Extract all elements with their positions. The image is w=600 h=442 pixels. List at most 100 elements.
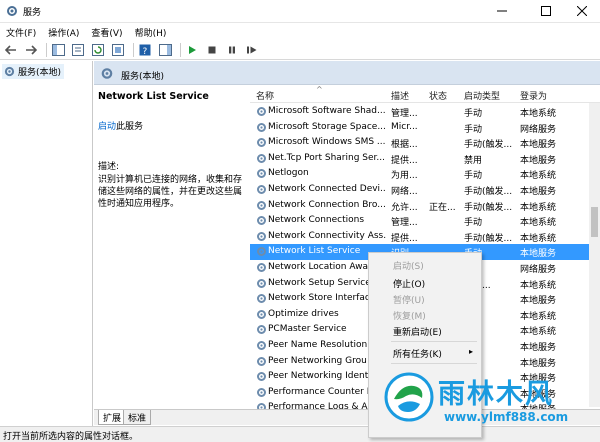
cell-startup-type: 手动(触发... (464, 233, 513, 244)
back-button[interactable] (3, 42, 19, 58)
gear-icon (257, 372, 266, 382)
close-icon (577, 6, 587, 16)
refresh-button[interactable] (90, 42, 106, 58)
services-app-icon (7, 6, 17, 16)
cell-name: Network Connected Devi... (268, 184, 386, 194)
cell-logon-as: 本地系统 (520, 327, 557, 338)
watermark-url: www.ylmf888.com (444, 410, 569, 424)
cell-description: Micr... (391, 121, 418, 132)
cell-logon-as: 本地系统 (520, 202, 557, 213)
help-button[interactable]: ? (137, 42, 153, 58)
list-header: ^ 名称 描述 状态 启动类型 登录为 (250, 85, 600, 103)
table-row[interactable]: Network Connection Bro... 允许... 正在... 手动(触发… (250, 198, 600, 214)
stop-service-button[interactable] (204, 42, 220, 58)
column-header-name[interactable]: 名称 (256, 89, 274, 102)
column-header-description[interactable]: 描述 (391, 89, 409, 102)
context-pause[interactable]: 暂停(U) (393, 293, 425, 306)
cell-status: 正在... (429, 202, 456, 213)
window-title: 服务 (23, 8, 42, 18)
table-row[interactable]: Microsoft Software Shad... 管理... 手动 本地系统 (250, 104, 600, 120)
gear-icon (257, 387, 266, 397)
start-service-link[interactable]: 启动 (98, 122, 116, 132)
gear-icon (257, 231, 266, 241)
table-row[interactable]: Network Connected Devi... 网络... 手动(触发... 本地… (250, 182, 600, 198)
toolbar-separator (46, 42, 47, 57)
context-resume[interactable]: 恢复(M) (393, 309, 426, 322)
cell-startup-type: 禁用 (464, 155, 483, 166)
context-separator (391, 341, 477, 342)
context-separator (391, 363, 477, 364)
table-row[interactable]: Microsoft Storage Space... Micr... 手动 网络服务 (250, 120, 600, 136)
context-all-tasks[interactable]: 所有任务(K) (393, 347, 442, 360)
sort-ascending-icon: ^ (316, 85, 323, 94)
maximize-icon (541, 6, 551, 16)
column-header-startup-type[interactable]: 启动类型 (464, 89, 500, 102)
status-bar: 打开当前所选内容的属性对话框。 (0, 426, 600, 442)
cell-logon-as: 本地系统 (520, 311, 557, 322)
gear-icon (257, 325, 266, 335)
table-row[interactable]: Microsoft Windows SMS ... 根据... 手动(触发... 本地… (250, 135, 600, 151)
action-pane-icon (158, 43, 172, 56)
menu-file[interactable]: 文件(F) (0, 23, 42, 40)
menu-view[interactable]: 查看(V) (85, 23, 128, 40)
show-hide-tree-button[interactable] (50, 42, 66, 58)
toolbar-separator (180, 42, 181, 57)
cell-logon-as: 本地服务 (520, 296, 557, 307)
menu-help[interactable]: 帮助(H) (129, 23, 173, 40)
gear-icon (4, 66, 15, 77)
restart-service-button[interactable] (244, 42, 260, 58)
cell-name: Network Connectivity Ass... (268, 230, 386, 241)
help-icon: ? (139, 44, 151, 56)
gear-icon (257, 278, 266, 288)
cell-logon-as: 本地服务 (520, 187, 557, 197)
context-start[interactable]: 启动(S) (393, 259, 424, 272)
context-restart[interactable]: 重新启动(E) (393, 325, 442, 338)
gear-icon (257, 122, 266, 132)
menu-action[interactable]: 操作(A) (42, 23, 85, 40)
cell-description: 管理... (391, 109, 418, 119)
cell-name: Net.Tcp Port Sharing Ser... (268, 152, 385, 163)
cell-name: Microsoft Storage Space... (268, 121, 386, 132)
gear-icon (257, 341, 266, 350)
forward-arrow-icon (26, 44, 37, 55)
cell-startup-type: 手动 (464, 109, 483, 119)
start-service-suffix: 此服务 (116, 122, 144, 132)
export-list-button[interactable] (110, 42, 126, 58)
cell-logon-as: 网络服务 (520, 124, 557, 135)
start-service-button[interactable] (184, 42, 200, 58)
pause-service-button[interactable] (224, 42, 240, 58)
restart-icon (247, 46, 257, 53)
cell-logon-as: 本地服务 (520, 140, 557, 151)
context-stop[interactable]: 停止(O) (393, 277, 425, 290)
cell-startup-type: 手动 (464, 171, 483, 182)
svg-text:?: ? (143, 47, 148, 56)
maximize-button[interactable] (526, 0, 566, 22)
cell-description: 根据... (391, 140, 418, 151)
tab-standard[interactable]: 标准 (123, 410, 152, 425)
properties-button[interactable] (70, 42, 86, 58)
table-row[interactable]: Network Connectivity Ass... 提供... 手动(触发...… (250, 229, 600, 245)
table-row[interactable]: Net.Tcp Port Sharing Ser... 提供... 禁用 本地服务 (250, 151, 600, 167)
tree-item-label: 服务(本地) (18, 68, 62, 78)
cell-logon-as: 网络服务 (520, 265, 557, 275)
action-pane-button[interactable] (157, 42, 173, 58)
column-header-logon-as[interactable]: 登录为 (520, 89, 547, 102)
forward-button[interactable] (23, 42, 39, 58)
tab-extended[interactable]: 扩展 (98, 410, 127, 425)
cell-name: Microsoft Windows SMS ... (268, 137, 386, 148)
table-row[interactable]: Netlogon 为用... 手动 本地系统 (250, 166, 600, 182)
close-button[interactable] (562, 0, 600, 22)
table-row[interactable]: Network Connections 管理... 手动 本地系统 (250, 213, 600, 229)
column-header-status[interactable]: 状态 (429, 89, 447, 102)
console-tree: 服务(本地) (0, 61, 93, 426)
scrollbar-thumb[interactable] (591, 207, 598, 237)
minimize-button[interactable] (482, 0, 522, 22)
title-bar: 服务 (0, 0, 600, 23)
play-icon (189, 45, 196, 54)
vertical-scrollbar[interactable] (589, 103, 600, 407)
cell-description: 网络... (391, 187, 418, 197)
minimize-icon (497, 10, 507, 12)
tree-item-services-local[interactable]: 服务(本地) (2, 64, 65, 79)
cell-name: Network Connection Bro... (268, 199, 386, 210)
toolbar-separator (133, 42, 134, 57)
